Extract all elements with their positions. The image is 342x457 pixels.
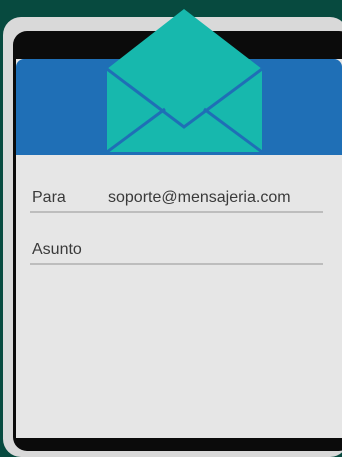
- to-input[interactable]: soporte@mensajeria.com: [108, 189, 291, 207]
- to-field[interactable]: Para soporte@mensajeria.com: [30, 181, 323, 213]
- subject-label: Asunto: [32, 241, 82, 258]
- subject-field[interactable]: Asunto: [30, 233, 323, 265]
- to-label: Para: [32, 189, 66, 206]
- envelope-icon: [107, 9, 262, 152]
